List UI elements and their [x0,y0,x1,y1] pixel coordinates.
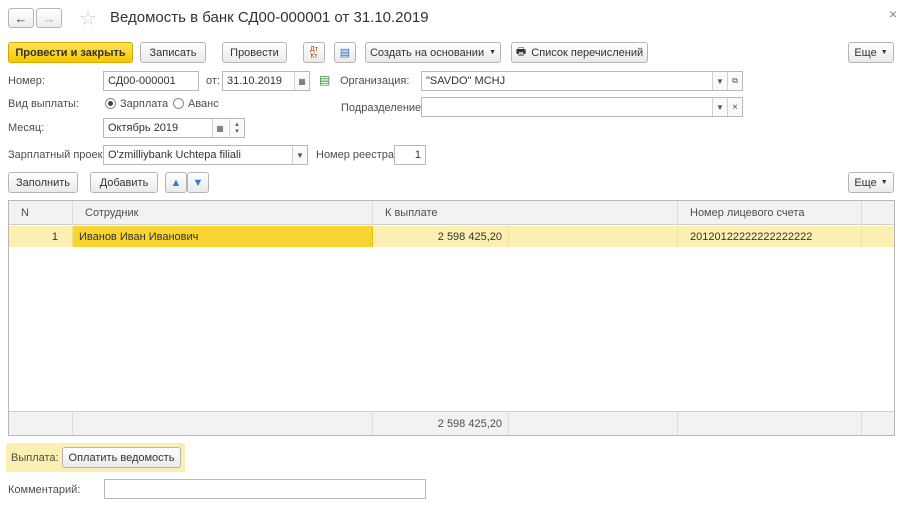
organization-label: Организация: [340,75,410,87]
salary-project-field[interactable]: O'zmilliybank Uchtepa filiali ▼ [103,145,308,165]
row-filler [862,226,894,247]
footer-account [678,411,862,435]
post-and-close-button[interactable]: Провести и закрыть [8,42,133,63]
chevron-down-icon: ▼ [489,49,497,56]
move-up-button[interactable]: ▲ [165,172,187,193]
window-title: Ведомость в банк СД00-000001 от 31.10.20… [110,9,429,26]
save-button[interactable]: Записать [140,42,206,63]
footer-total-amount: 2 598 425,20 [373,411,509,435]
close-icon[interactable]: × [889,6,897,22]
move-down-button[interactable]: ▼ [187,172,209,193]
post-button[interactable]: Провести [222,42,287,63]
add-button[interactable]: Добавить [90,172,158,193]
month-field[interactable]: Октябрь 2019 ▦ ▴ ▾ [103,118,245,138]
dt-kt-icon: Дт Кт [310,45,318,60]
registry-number-label: Номер реестра: [316,149,398,161]
create-based-label: Создать на основании [369,46,485,59]
dt-kt-button[interactable]: Дт Кт [303,42,325,63]
open-icon[interactable]: ⧉ [727,72,742,90]
month-label: Месяц: [8,122,45,134]
create-based-button[interactable]: Создать на основании ▼ [365,42,501,63]
column-header-employee[interactable]: Сотрудник [73,201,373,225]
printer-icon: 🖶 [515,46,527,58]
division-field[interactable]: ▼ × [421,97,743,117]
comment-label: Комментарий: [8,484,81,496]
chevron-down-icon[interactable]: ▼ [292,146,307,164]
footer-filler [862,411,894,435]
row-employee[interactable]: Иванов Иван Иванович [73,226,373,247]
salary-project-value: O'zmilliybank Uchtepa filiali [108,149,241,161]
column-header-amount[interactable]: К выплате [373,201,678,225]
spin-icon[interactable]: ▴ ▾ [229,119,244,137]
chevron-down-icon: ▼ [880,179,888,186]
date-from-label: от: [206,75,220,87]
date-value: 31.10.2019 [227,75,283,87]
footer-employee [73,411,373,435]
favorite-star-icon[interactable]: ☆ [79,6,97,31]
organization-value: "SAVDO" MCHJ [426,75,506,87]
calendar-icon[interactable]: ▦ [294,72,309,90]
pay-statement-button[interactable]: Оплатить ведомость [62,447,181,468]
chevron-down-icon[interactable]: ▼ [712,72,727,90]
structure-button[interactable]: ▤ [334,42,356,63]
footer-spacer [509,411,678,435]
back-button[interactable]: ← [8,8,34,28]
calendar-icon[interactable]: ▦ [212,119,227,137]
payment-type-label: Вид выплаты: [8,98,79,110]
salary-project-label: Зарплатный проект: [8,149,111,161]
row-account[interactable]: 20120122222222222222 [678,226,862,247]
arrow-down-icon: ▼ [192,176,204,189]
column-header-filler [862,201,894,225]
row-amount-spacer [509,226,678,247]
column-header-n[interactable]: N [9,201,73,225]
forward-button[interactable]: → [36,8,62,28]
arrow-up-icon: ▲ [170,176,182,189]
table-more-label: Еще [854,176,877,189]
arrow-left-icon: ← [14,10,28,26]
registry-number-field[interactable]: 1 [394,145,426,165]
organization-field[interactable]: "SAVDO" MCHJ ▼ ⧉ [421,71,743,91]
advance-option-label[interactable]: Аванс [188,97,219,111]
clear-icon[interactable]: × [727,98,742,116]
salary-option-label[interactable]: Зарплата [120,97,168,111]
table-more-button[interactable]: Еще ▼ [848,172,894,193]
number-label: Номер: [8,75,45,87]
transfer-list-button[interactable]: 🖶 Список перечислений [511,42,648,63]
more-label: Еще [854,46,877,59]
month-value: Октябрь 2019 [108,122,179,134]
footer-n [9,411,73,435]
document-link-icon[interactable]: ▤ [319,73,330,87]
column-header-account[interactable]: Номер лицевого счета [678,201,862,225]
advance-radio[interactable] [173,98,184,109]
salary-radio[interactable] [105,98,116,109]
date-field[interactable]: 31.10.2019 ▦ [222,71,310,91]
number-field[interactable]: СД00-000001 [103,71,199,91]
comment-field[interactable] [104,479,426,499]
payment-label: Выплата: [11,452,59,464]
more-button[interactable]: Еще ▼ [848,42,894,63]
arrow-right-icon: → [42,10,56,26]
hierarchy-icon: ▤ [339,47,351,59]
row-number: 1 [9,226,73,247]
division-label: Подразделение: [341,102,425,114]
chevron-down-icon: ▼ [880,49,888,56]
row-amount[interactable]: 2 598 425,20 [373,226,509,247]
chevron-down-icon[interactable]: ▼ [712,98,727,116]
fill-button[interactable]: Заполнить [8,172,78,193]
payroll-table[interactable]: N Сотрудник К выплате Номер лицевого сче… [8,200,895,436]
transfer-list-label: Список перечислений [531,46,644,59]
registry-number-value: 1 [414,149,421,161]
